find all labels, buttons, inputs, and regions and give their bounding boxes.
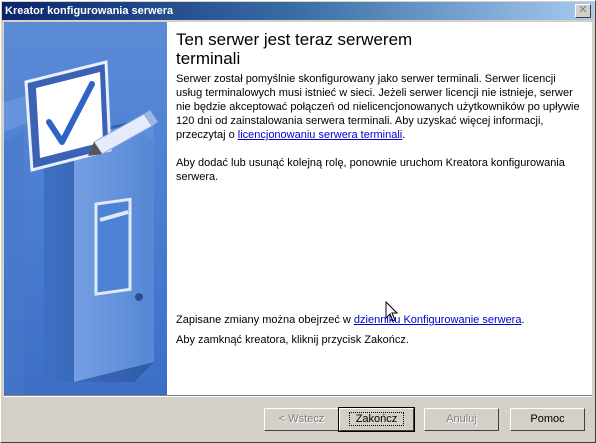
log-link[interactable]: dzienniku Konfigurowanie serwera <box>354 314 522 326</box>
title-line-1: Ten serwer jest teraz serwerem <box>176 30 413 49</box>
licensing-link[interactable]: licencjonowaniu serwera terminali <box>238 129 402 141</box>
licensing-paragraph: Serwer został pomyślnie skonfigurowany j… <box>176 72 584 142</box>
server-checkmark-illustration <box>4 60 158 395</box>
close-icon: ✕ <box>578 4 588 16</box>
log-text: Zapisane zmiany można obejrzeć w <box>176 314 354 326</box>
log-paragraph: Zapisane zmiany można obejrzeć w dzienni… <box>176 313 584 327</box>
window-title: Kreator konfigurowania serwera <box>5 5 174 17</box>
wizard-content: Ten serwer jest teraz serwerem terminali… <box>4 22 592 395</box>
main-text-area: Ten serwer jest teraz serwerem terminali… <box>176 30 584 184</box>
licensing-end: . <box>402 129 406 141</box>
wizard-window: Kreator konfigurowania serwera ✕ Ten ser… <box>0 0 596 443</box>
cancel-button[interactable]: Anuluj <box>424 408 499 431</box>
help-button[interactable]: Pomoc <box>510 408 585 431</box>
add-role-paragraph: Aby dodać lub usunąć kolejną rolę, ponow… <box>176 157 565 183</box>
log-end: . <box>521 314 525 326</box>
separator-highlight <box>4 396 592 397</box>
finish-button[interactable]: Zakończ <box>338 407 415 432</box>
title-line-2: terminali <box>176 49 241 68</box>
side-illustration-panel <box>4 22 167 395</box>
mouse-cursor-icon <box>385 301 399 322</box>
finish-button-label: Zakończ <box>348 412 405 426</box>
close-instruction: Aby zamknąć kreatora, kliknij przycisk Z… <box>176 334 409 346</box>
page-title: Ten serwer jest teraz serwerem terminali <box>176 30 584 68</box>
close-button[interactable]: ✕ <box>575 4 591 18</box>
back-button[interactable]: < Wstecz <box>264 408 339 431</box>
title-bar: Kreator konfigurowania serwera ✕ <box>2 2 594 20</box>
bottom-text-area: Zapisane zmiany można obejrzeć w dzienni… <box>176 313 584 347</box>
